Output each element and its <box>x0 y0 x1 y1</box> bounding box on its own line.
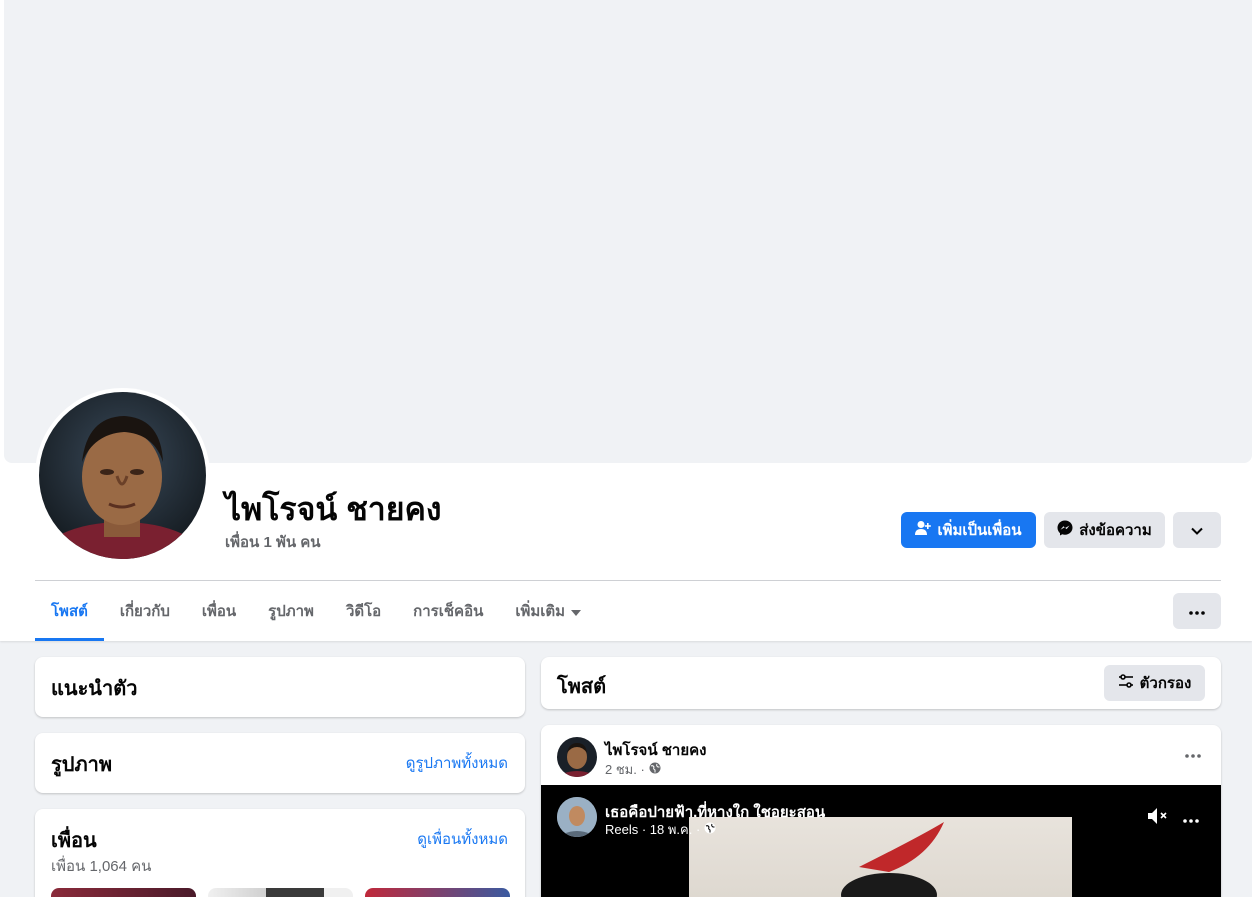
friend-count[interactable]: เพื่อน 1 พัน คน <box>225 530 321 554</box>
add-friend-label: เพิ่มเป็นเพื่อน <box>937 522 1022 539</box>
messenger-icon <box>1057 520 1073 540</box>
reel-video[interactable]: เธอคือปายฟ้า.ที่หางใก ใชอยะสอน Reels · 1… <box>541 785 1221 897</box>
posts-title: โพสต์ <box>557 676 607 698</box>
more-options-button[interactable] <box>1173 512 1221 548</box>
caret-down-icon <box>571 603 582 620</box>
tab-label: วิดีโอ <box>345 603 382 620</box>
profile-picture[interactable] <box>35 388 210 563</box>
friends-title: เพื่อน <box>51 830 97 852</box>
tab-friends[interactable]: เพื่อน <box>186 581 252 641</box>
friends-count: เพื่อน 1,064 คน <box>51 858 152 875</box>
see-all-photos-link[interactable]: ดูรูปภาพทั้งหมด <box>406 751 508 775</box>
reel-meta: Reels · 18 พ.ค. · <box>605 819 716 840</box>
tab-label: โพสต์ <box>51 603 88 620</box>
intro-card: แนะนำตัว <box>35 657 525 717</box>
friend-thumbnails <box>51 888 510 897</box>
tab-more[interactable]: เพิ่มเติม <box>499 581 597 641</box>
profile-header: ไพโรจน์ ชายคง เพื่อน 1 พัน คน เพิ่มเป็นเ… <box>0 0 1252 641</box>
friends-card: เพื่อน ดูเพื่อนทั้งหมด เพื่อน 1,064 คน <box>35 809 525 897</box>
cover-photo[interactable] <box>4 0 1252 463</box>
filter-label: ตัวกรอง <box>1139 675 1192 692</box>
tab-about[interactable]: เกี่ยวกับ <box>104 581 186 641</box>
message-label: ส่งข้อความ <box>1079 522 1152 539</box>
post-time[interactable]: 2 ชม. · <box>605 759 645 780</box>
friend-thumbnail[interactable] <box>208 888 353 897</box>
globe-icon <box>649 762 661 777</box>
see-all-friends-link[interactable]: ดูเพื่อนทั้งหมด <box>417 827 508 851</box>
friend-thumbnail[interactable] <box>365 888 510 897</box>
tab-photos[interactable]: รูปภาพ <box>252 581 330 641</box>
intro-title: แนะนำตัว <box>51 678 138 700</box>
ellipsis-icon <box>1189 602 1205 620</box>
tab-label: เพื่อน <box>201 603 237 620</box>
reel-controls <box>1147 807 1199 830</box>
filter-button[interactable]: ตัวกรอง <box>1104 665 1205 701</box>
tab-label: รูปภาพ <box>268 603 314 620</box>
tab-checkins[interactable]: การเช็คอิน <box>397 581 499 641</box>
post-meta: 2 ชม. · <box>605 759 661 780</box>
avatar <box>39 392 206 559</box>
post-options-button[interactable] <box>1185 745 1201 763</box>
tab-label: เกี่ยวกับ <box>119 603 170 620</box>
mute-icon[interactable] <box>1147 807 1169 830</box>
chevron-down-icon <box>1191 522 1203 539</box>
tab-label: การเช็คอิน <box>413 603 484 620</box>
tab-label: เพิ่มเติม <box>515 603 566 620</box>
post-author-avatar[interactable] <box>557 737 597 777</box>
posts-header-card: โพสต์ ตัวกรอง <box>541 657 1221 709</box>
photos-title: รูปภาพ <box>51 754 113 776</box>
tabs-more-button[interactable] <box>1173 593 1221 629</box>
tab-posts[interactable]: โพสต์ <box>35 581 104 641</box>
profile-tabs: โพสต์ เกี่ยวกับ เพื่อน รูปภาพ วิดีโอ การ… <box>35 581 597 641</box>
globe-icon <box>704 822 716 837</box>
add-friend-button[interactable]: เพิ่มเป็นเพื่อน <box>901 512 1036 548</box>
add-friend-icon <box>915 520 932 540</box>
reel-author-avatar[interactable] <box>557 797 597 837</box>
ellipsis-icon <box>1185 745 1201 762</box>
tab-videos[interactable]: วิดีโอ <box>330 581 397 641</box>
message-button[interactable]: ส่งข้อความ <box>1044 512 1165 548</box>
photos-card: รูปภาพ ดูรูปภาพทั้งหมด <box>35 733 525 793</box>
friend-thumbnail[interactable] <box>51 888 196 897</box>
reel-frame <box>689 817 1072 897</box>
post-card: ไพโรจน์ ชายคง 2 ชม. · เธอคือปายฟ้า.ที่หา… <box>541 725 1221 897</box>
reel-meta-text: Reels · 18 พ.ค. · <box>605 822 701 837</box>
ellipsis-icon[interactable] <box>1183 810 1199 828</box>
profile-name: ไพโรจน์ ชายคง <box>225 491 442 527</box>
filter-icon <box>1118 674 1134 692</box>
